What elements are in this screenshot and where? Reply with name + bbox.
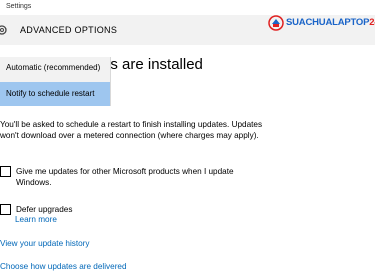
laptop-logo-icon <box>268 15 284 31</box>
window-title: Settings <box>6 3 32 10</box>
section-heading: es are installed <box>102 56 203 73</box>
learn-more-link[interactable]: Learn more <box>15 215 57 224</box>
delivery-options-link[interactable]: Choose how updates are delivered <box>0 262 127 271</box>
defer-upgrades-label: Defer upgrades <box>16 205 73 214</box>
defer-upgrades-checkbox[interactable] <box>0 204 11 215</box>
microsoft-products-label: Give me updates for other Microsoft prod… <box>16 167 234 187</box>
dropdown-option-notify[interactable]: Notify to schedule restart <box>0 82 110 106</box>
gear-icon <box>0 25 7 35</box>
dropdown-option-automatic[interactable]: Automatic (recommended) <box>0 57 110 79</box>
logo-text-suffix: 24h <box>369 17 375 28</box>
restart-description: You'll be asked to schedule a restart to… <box>0 120 263 140</box>
restart-options-dropdown[interactable]: Automatic (recommended) Notify to schedu… <box>0 57 111 106</box>
page-title: ADVANCED OPTIONS <box>20 25 118 35</box>
logo-text-prefix: SUACHUALAPTOP <box>286 17 370 28</box>
update-history-link[interactable]: View your update history <box>0 239 90 248</box>
microsoft-products-checkbox[interactable] <box>0 166 11 177</box>
brand-logo: SUACHUALAPTOP24h <box>268 13 375 37</box>
